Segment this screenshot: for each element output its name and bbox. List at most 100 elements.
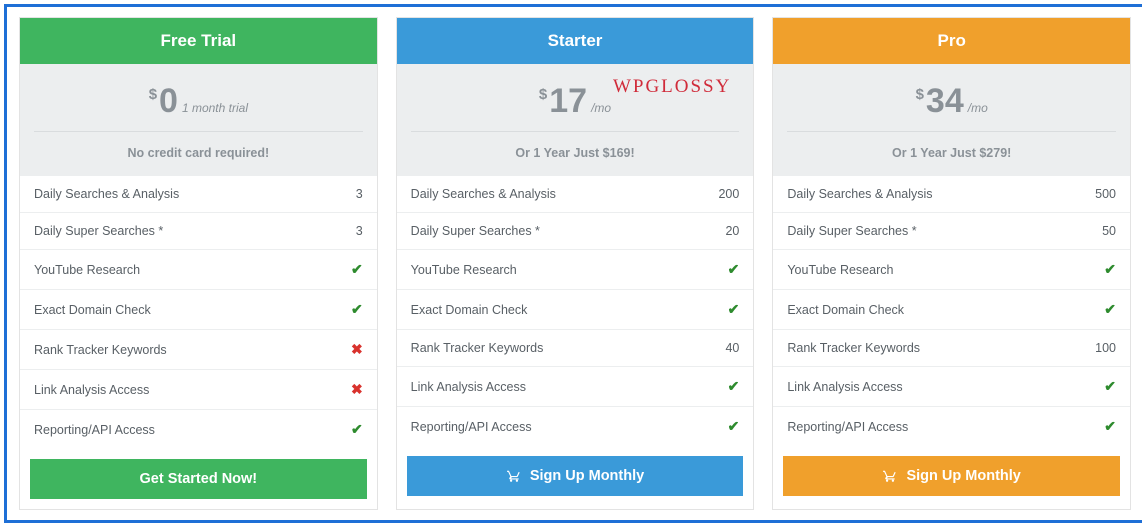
feature-value: 3	[356, 224, 363, 238]
feature-label: Link Analysis Access	[34, 383, 149, 397]
price-line: $34/mo	[787, 82, 1116, 132]
feature-label: YouTube Research	[787, 263, 893, 277]
check-icon: ✔	[1104, 378, 1116, 395]
signup-monthly-button[interactable]: Sign Up Monthly	[407, 456, 744, 496]
price-box: $17/mo Or 1 Year Just $169! WPGLOSSY	[397, 64, 754, 176]
feature-list: Daily Searches & Analysis 200 Daily Super …	[397, 176, 754, 446]
feature-label: Reporting/API Access	[411, 420, 532, 434]
feature-value: 200	[718, 187, 739, 201]
check-icon: ✔	[351, 261, 363, 278]
plan-header: Starter	[397, 18, 754, 64]
button-row: Sign Up Monthly	[773, 446, 1130, 506]
feature-row: Rank Tracker Keywords 40	[397, 330, 754, 367]
plan-free-trial: Free Trial $0 1 month trial No credit car…	[19, 17, 378, 510]
check-icon: ✔	[728, 378, 740, 395]
price-box: $34/mo Or 1 Year Just $279!	[773, 64, 1130, 176]
feature-value: 40	[725, 341, 739, 355]
feature-row: Link Analysis Access ✔	[773, 367, 1130, 407]
feature-row: Exact Domain Check ✔	[773, 290, 1130, 330]
currency: $	[149, 86, 157, 103]
price-subline: Or 1 Year Just $169!	[411, 146, 740, 160]
feature-row: Exact Domain Check ✔	[20, 290, 377, 330]
feature-row: Daily Super Searches * 50	[773, 213, 1130, 250]
price-amount: 0	[159, 82, 178, 120]
cart-icon	[882, 469, 898, 483]
check-icon: ✔	[728, 301, 740, 318]
plan-name: Starter	[548, 31, 603, 50]
price-subline: Or 1 Year Just $279!	[787, 146, 1116, 160]
button-label: Get Started Now!	[140, 471, 258, 487]
feature-value: 500	[1095, 187, 1116, 201]
signup-monthly-button[interactable]: Sign Up Monthly	[783, 456, 1120, 496]
feature-row: Link Analysis Access ✖	[20, 370, 377, 410]
cross-icon: ✖	[351, 341, 363, 358]
feature-label: Daily Super Searches *	[787, 224, 916, 238]
feature-row: Link Analysis Access ✔	[397, 367, 754, 407]
feature-value: 50	[1102, 224, 1116, 238]
feature-row: Reporting/API Access ✔	[20, 410, 377, 449]
feature-label: Rank Tracker Keywords	[787, 341, 920, 355]
cart-icon	[506, 469, 522, 483]
plan-pro: Pro $34/mo Or 1 Year Just $279! Daily Se…	[772, 17, 1131, 510]
feature-row: Daily Super Searches * 3	[20, 213, 377, 250]
feature-label: Daily Super Searches *	[411, 224, 540, 238]
plan-header: Free Trial	[20, 18, 377, 64]
get-started-button[interactable]: Get Started Now!	[30, 459, 367, 499]
feature-row: YouTube Research ✔	[397, 250, 754, 290]
price-box: $0 1 month trial No credit card required!	[20, 64, 377, 176]
feature-label: Reporting/API Access	[34, 423, 155, 437]
feature-label: Daily Super Searches *	[34, 224, 163, 238]
feature-list: Daily Searches & Analysis 500 Daily Super …	[773, 176, 1130, 446]
button-row: Sign Up Monthly	[397, 446, 754, 506]
plan-name: Pro	[938, 31, 966, 50]
price-amount: 17	[549, 82, 587, 120]
plan-starter: Starter $17/mo Or 1 Year Just $169! WPGL…	[396, 17, 755, 510]
feature-label: YouTube Research	[411, 263, 517, 277]
feature-value: 20	[725, 224, 739, 238]
price-line: $17/mo	[411, 82, 740, 132]
check-icon: ✔	[351, 301, 363, 318]
price-period: 1 month trial	[182, 101, 248, 115]
feature-value: 100	[1095, 341, 1116, 355]
check-icon: ✔	[1104, 301, 1116, 318]
cross-icon: ✖	[351, 381, 363, 398]
feature-row: Rank Tracker Keywords ✖	[20, 330, 377, 370]
plan-name: Free Trial	[161, 31, 237, 50]
feature-row: Daily Searches & Analysis 3	[20, 176, 377, 213]
check-icon: ✔	[1104, 261, 1116, 278]
check-icon: ✔	[1104, 418, 1116, 435]
feature-list: Daily Searches & Analysis3Daily Super Se…	[20, 176, 377, 449]
feature-label: Daily Searches & Analysis	[34, 187, 179, 201]
price-period: /mo	[591, 101, 611, 115]
plan-header: Pro	[773, 18, 1130, 64]
check-icon: ✔	[728, 418, 740, 435]
button-label: Sign Up Monthly	[906, 468, 1020, 484]
feature-row: Reporting/API Access✔	[773, 407, 1130, 446]
currency: $	[539, 86, 547, 103]
feature-label: Rank Tracker Keywords	[411, 341, 544, 355]
feature-row: YouTube Research ✔	[773, 250, 1130, 290]
price-amount: 34	[926, 82, 964, 120]
feature-label: YouTube Research	[34, 263, 140, 277]
feature-row: Daily Super Searches * 20	[397, 213, 754, 250]
button-row: Get Started Now!	[20, 449, 377, 509]
feature-label: Daily Searches & Analysis	[787, 187, 932, 201]
feature-label: Link Analysis Access	[411, 380, 526, 394]
button-label: Sign Up Monthly	[530, 468, 644, 484]
check-icon: ✔	[351, 421, 363, 438]
price-period: /mo	[968, 101, 988, 115]
feature-value: 3	[356, 187, 363, 201]
feature-label: Exact Domain Check	[34, 303, 151, 317]
feature-row: YouTube Research ✔	[20, 250, 377, 290]
feature-label: Exact Domain Check	[787, 303, 904, 317]
feature-row: Reporting/API Access ✔	[397, 407, 754, 446]
feature-label: Rank Tracker Keywords	[34, 343, 167, 357]
price-line: $0 1 month trial	[34, 82, 363, 132]
feature-label: Link Analysis Access	[787, 380, 902, 394]
feature-label: Exact Domain Check	[411, 303, 528, 317]
feature-row: Daily Searches & Analysis 500	[773, 176, 1130, 213]
check-icon: ✔	[728, 261, 740, 278]
feature-label: Daily Searches & Analysis	[411, 187, 556, 201]
price-subline: No credit card required!	[34, 146, 363, 160]
feature-row: Rank Tracker Keywords 100	[773, 330, 1130, 367]
